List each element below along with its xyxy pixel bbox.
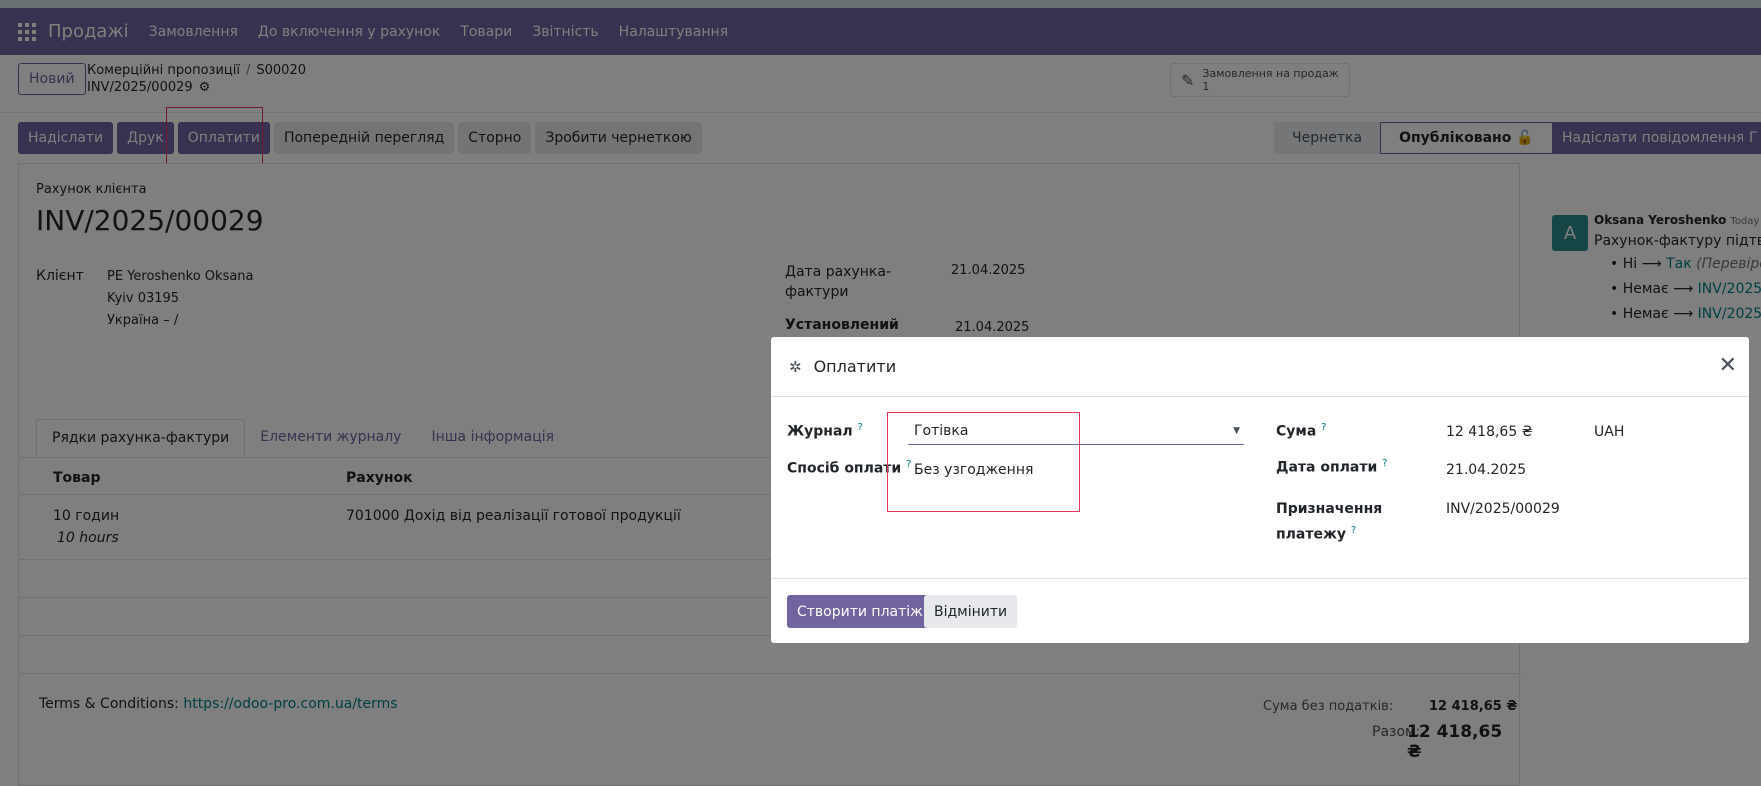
payment-date-value[interactable]: 21.04.2025 <box>1446 462 1526 478</box>
memo-label-line-1: Призначення <box>1276 501 1383 517</box>
journal-highlight-box <box>887 412 1080 512</box>
chevron-down-icon: ▼ <box>1233 426 1240 436</box>
memo-value[interactable]: INV/2025/00029 <box>1446 501 1560 517</box>
bug-icon[interactable]: ✲ <box>789 358 802 376</box>
amount-value[interactable]: 12 418,65 ₴ <box>1446 424 1533 440</box>
currency-value[interactable]: UAH <box>1594 424 1624 440</box>
payment-method-label-text: Спосіб оплати <box>787 460 902 477</box>
help-icon[interactable]: ? <box>858 422 863 433</box>
help-icon[interactable]: ? <box>1321 422 1326 433</box>
help-icon[interactable]: ? <box>1382 458 1387 469</box>
memo-label: Призначення платежу ? <box>1276 499 1382 546</box>
help-icon[interactable]: ? <box>1351 525 1356 536</box>
payment-dialog: ✲ Оплатити ✕ Журнал ? Готівка ▼ Спосіб о… <box>771 337 1749 643</box>
amount-label-text: Сума <box>1276 423 1317 440</box>
payment-date-label-text: Дата оплати <box>1276 459 1378 476</box>
journal-label: Журнал ? <box>787 422 863 440</box>
dialog-header: ✲ Оплатити ✕ <box>771 337 1749 397</box>
dialog-footer: Створити платіж Відмінити <box>771 578 1749 643</box>
payment-date-label: Дата оплати ? <box>1276 458 1387 476</box>
journal-label-text: Журнал <box>787 423 853 440</box>
close-icon[interactable]: ✕ <box>1719 353 1737 378</box>
amount-label: Сума ? <box>1276 422 1326 440</box>
dialog-title: Оплатити <box>813 357 897 376</box>
create-payment-button[interactable]: Створити платіж <box>787 595 933 628</box>
memo-label-line-2: платежу <box>1276 526 1347 543</box>
cancel-button[interactable]: Відмінити <box>924 595 1018 628</box>
